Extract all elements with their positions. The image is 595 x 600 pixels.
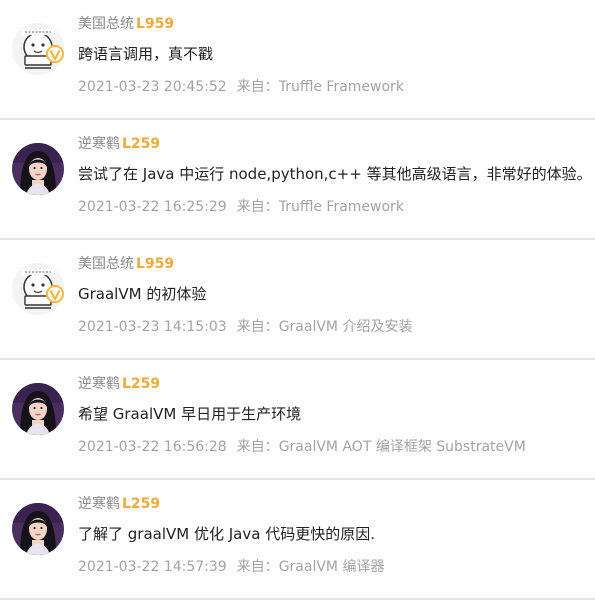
timestamp: 2021-03-22 16:25:29 [78, 199, 227, 215]
comment-header: 逆寒鹤 L259 [78, 134, 160, 154]
comment-item: 逆寒鹤 L259 尝试了在 Java 中运行 node,python,c++ 等其… [0, 120, 595, 240]
comment-info: 2021-03-22 16:25:29 来自：Truffle Framework [78, 197, 404, 217]
timestamp: 2021-03-23 14:15:03 [78, 319, 227, 335]
username[interactable]: 逆寒鹤 [78, 136, 120, 152]
user-level: L259 [122, 136, 161, 152]
comment-content: 了解了 graalVM 优化 Java 代码更快的原因. [78, 525, 375, 543]
woman-photo-icon [12, 383, 64, 435]
user-level: L259 [122, 496, 161, 512]
comment-info: 2021-03-22 16:56:28 来自：GraalVM AOT 编译框架 S… [78, 437, 526, 457]
from-label: 来自： [236, 79, 279, 95]
comment-content: 尝试了在 Java 中运行 node,python,c++ 等其他高级语言，非常… [78, 165, 592, 183]
comment-item: 美国总统 L959 跨语言调用，真不戳 2021-03-23 20:45:52 来自… [0, 0, 595, 120]
woman-photo-icon [12, 503, 64, 555]
username[interactable]: 逆寒鹤 [78, 496, 120, 512]
comment-header: 美国总统 L959 [78, 254, 174, 274]
timestamp: 2021-03-22 16:56:28 [78, 439, 227, 455]
woman-photo-icon [12, 143, 64, 195]
from-label: 来自： [236, 319, 279, 335]
source-link[interactable]: GraalVM 介绍及安装 [279, 319, 413, 335]
from-label: 来自： [236, 199, 279, 215]
comment-content: GraalVM 的初体验 [78, 285, 207, 303]
from-label: 来自： [236, 439, 279, 455]
comment-header: 逆寒鹤 L259 [78, 494, 160, 514]
comment-list: 美国总统 L959 跨语言调用，真不戳 2021-03-23 20:45:52 来自… [0, 0, 595, 600]
avatar[interactable] [12, 383, 64, 435]
user-level: L959 [136, 16, 175, 32]
comment-info: 2021-03-23 20:45:52 来自：Truffle Framework [78, 77, 404, 97]
username[interactable]: 逆寒鹤 [78, 376, 120, 392]
timestamp: 2021-03-23 20:45:52 [78, 79, 227, 95]
vip-badge-icon [45, 44, 65, 64]
source-link[interactable]: GraalVM 编译器 [279, 559, 385, 575]
username[interactable]: 美国总统 [78, 16, 134, 32]
avatar[interactable] [12, 503, 64, 555]
avatar[interactable] [12, 143, 64, 195]
from-label: 来自： [236, 559, 279, 575]
comment-info: 2021-03-22 14:57:39 来自：GraalVM 编译器 [78, 557, 384, 577]
username[interactable]: 美国总统 [78, 256, 134, 272]
user-level: L259 [122, 376, 161, 392]
comment-item: 美国总统 L959 GraalVM 的初体验 2021-03-23 14:15:0… [0, 240, 595, 360]
source-link[interactable]: Truffle Framework [279, 199, 404, 215]
comment-content: 希望 GraalVM 早日用于生产环境 [78, 405, 302, 423]
source-link[interactable]: Truffle Framework [279, 79, 404, 95]
comment-header: 逆寒鹤 L259 [78, 374, 160, 394]
vip-badge-icon [45, 284, 65, 304]
comment-header: 美国总统 L959 [78, 14, 174, 34]
user-level: L959 [136, 256, 175, 272]
comment-item: 逆寒鹤 L259 希望 GraalVM 早日用于生产环境 2021-03-22 1… [0, 360, 595, 480]
comment-content: 跨语言调用，真不戳 [78, 45, 214, 63]
source-link[interactable]: GraalVM AOT 编译框架 SubstrateVM [279, 439, 526, 455]
comment-item: 逆寒鹤 L259 了解了 graalVM 优化 Java 代码更快的原因. 202… [0, 480, 595, 600]
comment-info: 2021-03-23 14:15:03 来自：GraalVM 介绍及安装 [78, 317, 412, 337]
timestamp: 2021-03-22 14:57:39 [78, 559, 227, 575]
